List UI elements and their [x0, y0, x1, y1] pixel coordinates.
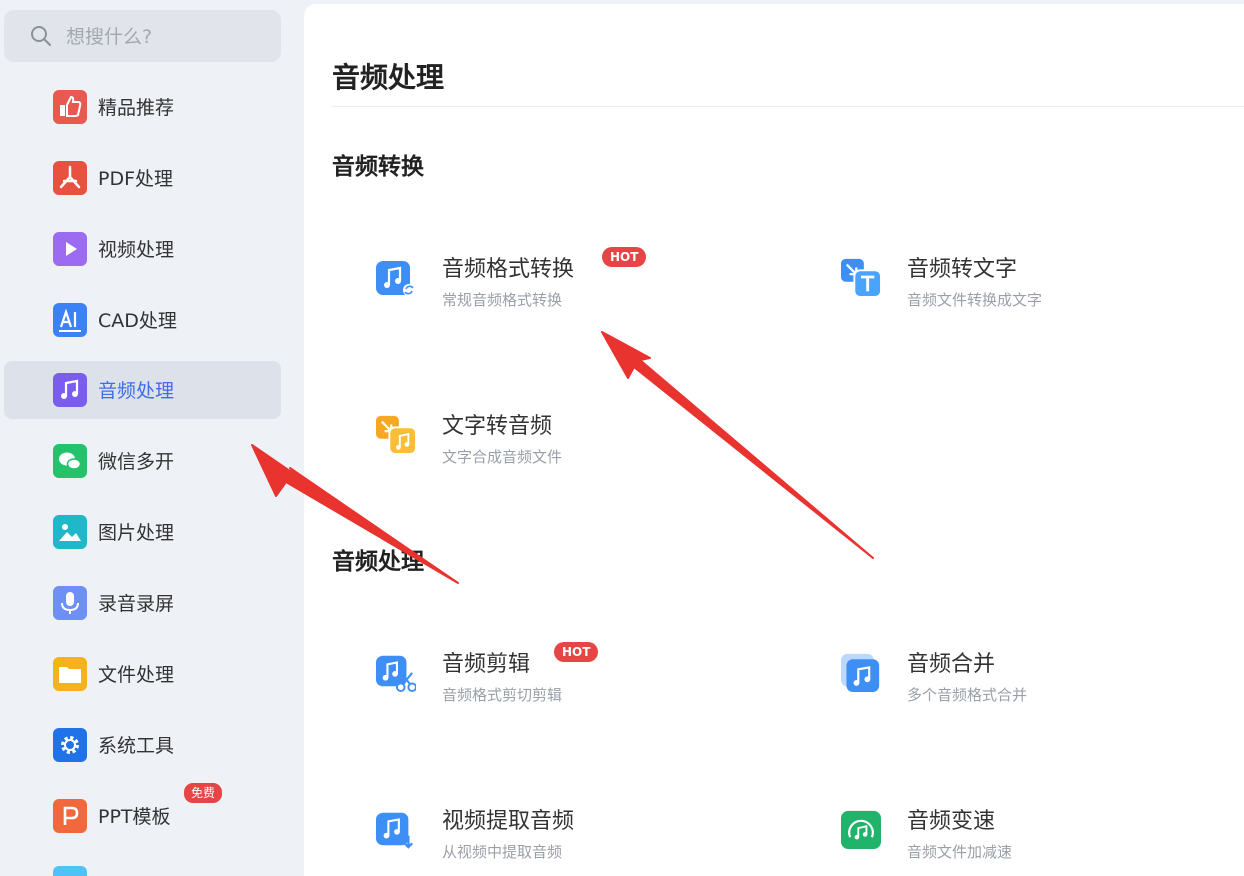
- microphone-icon: [53, 586, 87, 620]
- tool-desc: 音频格式剪切剪辑: [442, 686, 563, 704]
- tool-desc: 从视频中提取音频: [442, 843, 563, 861]
- music-note-icon: [53, 373, 87, 407]
- page-title: 音频处理: [332, 61, 445, 94]
- search-input[interactable]: [64, 22, 268, 52]
- tool-name: 音频转文字: [907, 257, 1018, 282]
- audio-convert-icon: [376, 261, 415, 296]
- sidebar-item-pdf[interactable]: PDF处理: [4, 149, 281, 207]
- wechat-icon: [53, 444, 87, 478]
- sidebar-item-label: 文件处理: [98, 664, 175, 686]
- sidebar-item-label: 视频处理: [98, 239, 175, 261]
- tool-desc: 音频文件加减速: [907, 843, 1013, 861]
- sidebar: 精品推荐 PDF处理 视频处理 CAD处理 音频处理 微信多开: [0, 0, 302, 876]
- tool-name: 音频变速: [907, 809, 996, 834]
- image-icon: [53, 515, 87, 549]
- hot-badge: HOT: [602, 247, 647, 267]
- tool-audio-speed[interactable]: 音频变速 音频文件加减速: [841, 803, 1221, 873]
- sidebar-item-label: CAD处理: [98, 310, 177, 332]
- tool-desc: 文字合成音频文件: [442, 448, 563, 466]
- sidebar-item-label: PPT模板: [98, 806, 171, 828]
- sidebar-item-label: 微信多开: [98, 451, 175, 473]
- thumbs-up-icon: [53, 90, 87, 124]
- audio-merge-icon: [841, 653, 880, 692]
- tool-audio-merge[interactable]: 音频合并 多个音频格式合并: [841, 646, 1221, 716]
- title-divider: [332, 106, 1244, 107]
- sidebar-item-video[interactable]: 视频处理: [4, 220, 281, 278]
- tool-name: 音频格式转换: [442, 257, 575, 282]
- sidebar-item-image[interactable]: 图片处理: [4, 503, 281, 561]
- cad-icon: [53, 303, 87, 337]
- search-icon: [31, 26, 51, 46]
- sidebar-item-recommended[interactable]: 精品推荐: [4, 78, 281, 136]
- play-icon: [53, 232, 87, 266]
- section-title-processing: 音频处理: [332, 549, 424, 575]
- tool-desc: 音频文件转换成文字: [907, 291, 1043, 309]
- sidebar-item-label: 精品推荐: [98, 97, 175, 119]
- sidebar-item-label: 录音录屏: [98, 593, 175, 615]
- search-box[interactable]: [4, 10, 281, 62]
- section-title-conversion: 音频转换: [332, 154, 424, 180]
- hot-badge: HOT: [554, 642, 599, 662]
- tool-desc: 多个音频格式合并: [907, 686, 1028, 704]
- pdf-icon: [53, 161, 87, 195]
- tool-audio-format-convert[interactable]: 音频格式转换 HOT 常规音频格式转换: [376, 247, 756, 321]
- tool-name: 视频提取音频: [442, 809, 575, 834]
- folder-icon: [53, 657, 87, 691]
- sidebar-item-file[interactable]: 文件处理: [4, 645, 281, 703]
- sidebar-item-label: PDF处理: [98, 168, 174, 190]
- sidebar-item-wechat[interactable]: 微信多开: [4, 432, 281, 490]
- gear-icon: [53, 728, 87, 762]
- sidebar-item-recording[interactable]: 录音录屏: [4, 574, 281, 632]
- sidebar-item-label: 图片处理: [98, 522, 175, 544]
- sidebar-item-audio[interactable]: 音频处理: [4, 361, 281, 419]
- sidebar-item-ppt[interactable]: PPT模板 免费: [4, 783, 281, 845]
- audio-to-text-icon: [841, 258, 881, 297]
- main-panel: 音频处理 音频转换 音频格式转换 HOT 常规音频格式转换 音频转文字 音频文件…: [304, 4, 1244, 876]
- video-extract-audio-icon: [376, 812, 413, 849]
- free-badge: 免费: [184, 783, 223, 803]
- sidebar-item-label: 系统工具: [98, 735, 175, 757]
- text-to-audio-icon: [376, 415, 416, 454]
- tool-video-extract-audio[interactable]: 视频提取音频 从视频中提取音频: [376, 803, 756, 873]
- sidebar-item-cad[interactable]: CAD处理: [4, 291, 281, 349]
- ppt-icon: [53, 799, 87, 833]
- sidebar-item-system[interactable]: 系统工具: [4, 716, 281, 774]
- tool-audio-to-text[interactable]: 音频转文字 音频文件转换成文字: [841, 251, 1221, 321]
- tool-desc: 常规音频格式转换: [442, 291, 563, 309]
- tool-text-to-audio[interactable]: 文字转音频 文字合成音频文件: [376, 408, 756, 478]
- tool-name: 文字转音频: [442, 414, 553, 439]
- tool-audio-cut[interactable]: 音频剪辑 HOT 音频格式剪切剪辑: [376, 642, 756, 716]
- sidebar-next-item-icon: [53, 866, 87, 876]
- audio-speed-icon: [841, 810, 881, 849]
- audio-cut-icon: [376, 655, 416, 692]
- tool-name: 音频剪辑: [442, 652, 531, 677]
- sidebar-item-label: 音频处理: [98, 380, 175, 402]
- tool-name: 音频合并: [907, 652, 996, 677]
